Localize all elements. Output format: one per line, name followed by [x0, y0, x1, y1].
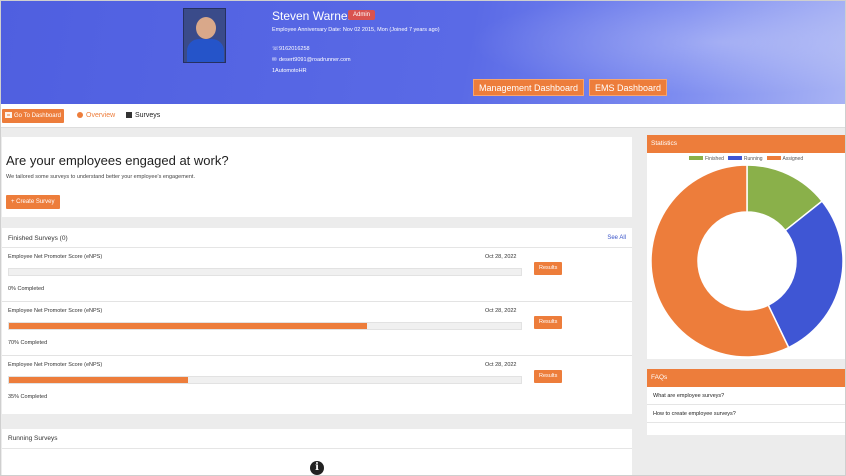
overview-link[interactable]: Overview [77, 112, 115, 119]
overview-label: Overview [86, 112, 116, 119]
survey-date: Oct 28, 2022 [485, 362, 517, 368]
faq-item[interactable]: How to create employee surveys? [647, 405, 845, 423]
running-surveys-title: Running Surveys [8, 435, 58, 442]
engagement-card: Are your employees engaged at work? We t… [2, 137, 632, 217]
finished-surveys-card: Finished Surveys (0) See All Employee Ne… [2, 228, 632, 414]
legend-swatch-finished [689, 156, 703, 160]
chart-legend: Finished Running Assigned [685, 156, 803, 162]
profile-header: Steven Warner Admin Employee Anniversary… [1, 1, 845, 104]
results-button[interactable]: Results [534, 262, 563, 275]
survey-name: Employee Net Promoter Score (eNPS) [8, 254, 103, 260]
info-icon: i [310, 461, 324, 475]
go-to-dashboard-button[interactable]: Go To Dashboard [2, 109, 64, 123]
app-frame: Steven Warner Admin Employee Anniversary… [0, 0, 846, 476]
faqs-card: FAQs What are employee surveys? How to c… [647, 369, 845, 435]
statistics-title: Statistics [647, 135, 845, 153]
engagement-description: We tailored some surveys to understand b… [6, 174, 195, 180]
role-badge: Admin [348, 10, 376, 20]
completed-text: 35% Completed [8, 394, 48, 400]
survey-date: Oct 28, 2022 [485, 254, 517, 260]
phone-number: 9162016258 [279, 46, 310, 52]
survey-date: Oct 28, 2022 [485, 308, 517, 314]
faq-item[interactable]: What are employee surveys? [647, 387, 845, 405]
legend-label-running: Running [743, 156, 763, 162]
survey-name: Employee Net Promoter Score (eNPS) [8, 308, 103, 314]
survey-row: Employee Net Promoter Score (eNPS) Oct 2… [2, 248, 632, 302]
survey-name: Employee Net Promoter Score (eNPS) [8, 362, 103, 368]
avatar-head [196, 17, 216, 39]
sub-navigation: Go To Dashboard Overview Surveys [1, 104, 845, 128]
progress-bar [8, 322, 522, 330]
results-button[interactable]: Results [534, 370, 563, 383]
avatar-body [187, 39, 224, 62]
results-button[interactable]: Results [534, 316, 563, 329]
email-line: ✉ desert9091@roadrunner.com [272, 57, 351, 63]
engagement-heading: Are your employees engaged at work? [6, 153, 229, 168]
completed-text: 70% Completed [8, 340, 48, 346]
anniversary-text: Employee Anniversary Date: Nov 02 2015, … [272, 27, 440, 33]
grid-icon [5, 112, 12, 118]
faqs-title: FAQs [647, 369, 845, 387]
pie-chart-icon [77, 112, 83, 118]
envelope-icon: ✉ [272, 57, 277, 63]
legend-label-finished: Finished [705, 156, 724, 162]
email-address: desert9091@roadrunner.com [279, 57, 351, 63]
survey-row: Employee Net Promoter Score (eNPS) Oct 2… [2, 356, 632, 410]
progress-bar [8, 268, 522, 276]
legend-label-assigned: Assigned [782, 156, 804, 162]
statistics-card: Statistics Finished Running Assigned [647, 135, 845, 359]
survey-row: Employee Net Promoter Score (eNPS) Oct 2… [2, 302, 632, 356]
management-dashboard-button[interactable]: Management Dashboard [473, 79, 585, 96]
finished-surveys-title: Finished Surveys (0) [8, 235, 68, 242]
legend-swatch-running [727, 156, 742, 160]
go-to-dashboard-label: Go To Dashboard [14, 113, 61, 119]
phone-line: ☏9162016258 [272, 46, 310, 52]
surveys-link[interactable]: Surveys [126, 112, 160, 119]
survey-status-donut-chart [650, 164, 844, 357]
progress-fill [9, 377, 189, 383]
completed-text: 0% Completed [8, 286, 45, 292]
user-name: Steven Warner [272, 9, 352, 23]
phone-icon: ☏ [272, 46, 279, 52]
running-surveys-card: Running Surveys i [2, 429, 632, 475]
progress-bar [8, 376, 522, 384]
create-survey-label: Create Survey [16, 199, 55, 205]
finished-surveys-header: Finished Surveys (0) See All [2, 228, 632, 248]
company-name: 1AutomotoHR [272, 68, 307, 74]
legend-swatch-assigned [766, 156, 781, 160]
create-survey-button[interactable]: + Create Survey [6, 195, 60, 209]
see-all-link[interactable]: See All [607, 235, 626, 241]
ems-dashboard-button[interactable]: EMS Dashboard [589, 79, 668, 96]
document-icon [126, 112, 132, 118]
avatar [183, 8, 226, 63]
surveys-label: Surveys [135, 112, 161, 119]
progress-fill [9, 323, 368, 329]
divider [2, 448, 632, 449]
